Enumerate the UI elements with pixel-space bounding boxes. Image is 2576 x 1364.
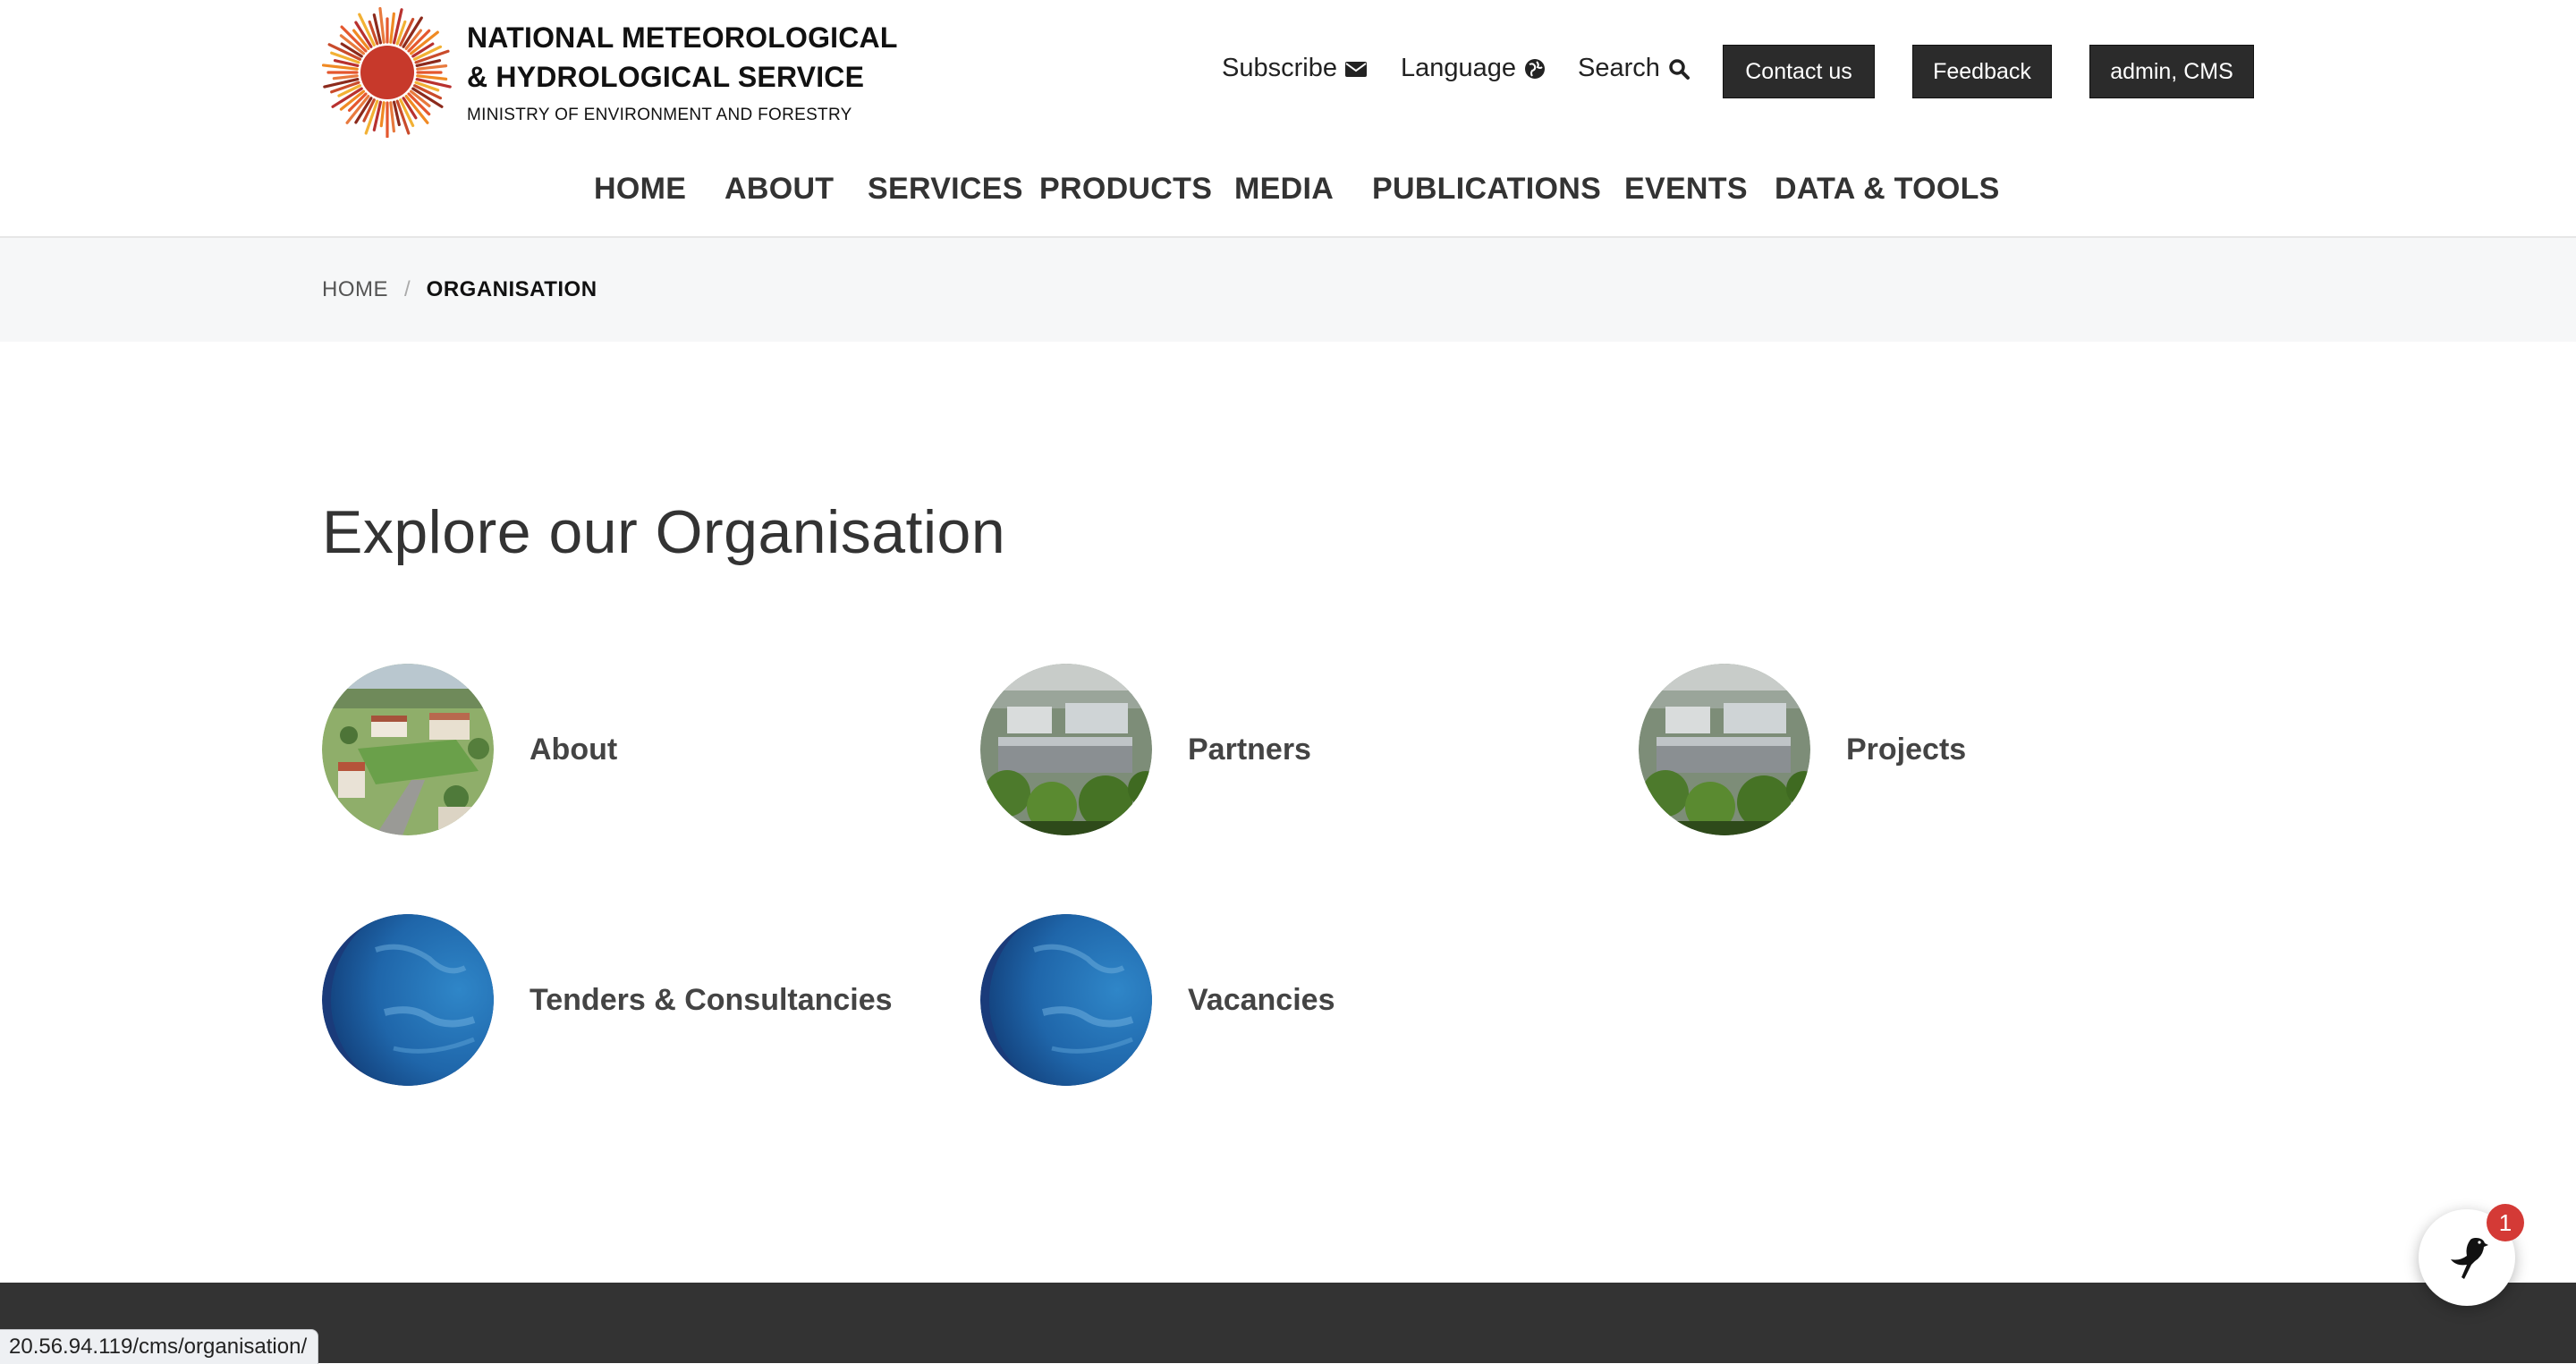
envelope-icon xyxy=(1344,61,1367,77)
site-header: NATIONAL METEOROLOGICAL & HYDROLOGICAL S… xyxy=(0,0,2576,238)
page-title: Explore our Organisation xyxy=(322,498,1006,566)
card-label: Partners xyxy=(1188,732,1311,767)
breadcrumb: HOME / ORGANISATION xyxy=(322,277,597,302)
subscribe-link[interactable]: Subscribe xyxy=(1222,54,1368,83)
nav-media[interactable]: MEDIA xyxy=(1234,172,1334,207)
feedback-button[interactable]: Feedback xyxy=(1912,45,2052,98)
admin-account-button[interactable]: admin, CMS xyxy=(2089,45,2254,98)
search-label: Search xyxy=(1578,54,1660,82)
card-about[interactable]: About xyxy=(322,664,617,835)
breadcrumb-current: ORGANISATION xyxy=(426,277,597,301)
nav-services[interactable]: SERVICES xyxy=(868,172,1023,207)
utility-bar: Subscribe Language Search Contact us Fee… xyxy=(0,45,2576,98)
main-navigation: HOME ABOUT SERVICES PRODUCTS MEDIA PUBLI… xyxy=(0,165,2576,218)
contact-us-button[interactable]: Contact us xyxy=(1723,45,1875,98)
card-tenders-consultancies[interactable]: Tenders & Consultancies xyxy=(322,914,893,1086)
card-label: Vacancies xyxy=(1188,982,1335,1017)
nav-events[interactable]: EVENTS xyxy=(1624,172,1748,207)
search-icon xyxy=(1669,58,1690,80)
notification-badge: 1 xyxy=(2487,1204,2524,1241)
bird-icon xyxy=(2451,1238,2488,1279)
nav-home[interactable]: HOME xyxy=(594,172,686,207)
breadcrumb-band: HOME / ORGANISATION xyxy=(0,238,2576,342)
card-partners[interactable]: Partners xyxy=(980,664,1311,835)
card-projects[interactable]: Projects xyxy=(1639,664,1966,835)
breadcrumb-separator: / xyxy=(404,277,411,301)
campus-aerial-image xyxy=(322,664,494,835)
building-aerial-image xyxy=(1639,664,1810,835)
subscribe-label: Subscribe xyxy=(1222,54,1337,82)
earth-globe-image xyxy=(980,914,1152,1086)
card-label: About xyxy=(530,732,618,767)
earth-globe-image xyxy=(322,914,494,1086)
breadcrumb-home-link[interactable]: HOME xyxy=(322,277,388,302)
nav-products[interactable]: PRODUCTS xyxy=(1039,172,1212,207)
nav-publications[interactable]: PUBLICATIONS xyxy=(1372,172,1601,207)
language-label: Language xyxy=(1401,54,1517,82)
language-link[interactable]: Language xyxy=(1401,54,1546,83)
brand-ministry: MINISTRY OF ENVIRONMENT AND FORESTRY xyxy=(467,106,852,124)
browser-status-url: 20.56.94.119/cms/organisation/ xyxy=(0,1329,319,1364)
card-label: Tenders & Consultancies xyxy=(530,982,893,1017)
nav-about[interactable]: ABOUT xyxy=(724,172,834,207)
search-link[interactable]: Search xyxy=(1578,54,1690,83)
card-vacancies[interactable]: Vacancies xyxy=(980,914,1335,1086)
card-label: Projects xyxy=(1846,732,1967,767)
building-aerial-image xyxy=(980,664,1152,835)
globe-icon xyxy=(1525,58,1546,79)
nav-data-tools[interactable]: DATA & TOOLS xyxy=(1775,172,2000,207)
site-footer xyxy=(0,1283,2576,1363)
